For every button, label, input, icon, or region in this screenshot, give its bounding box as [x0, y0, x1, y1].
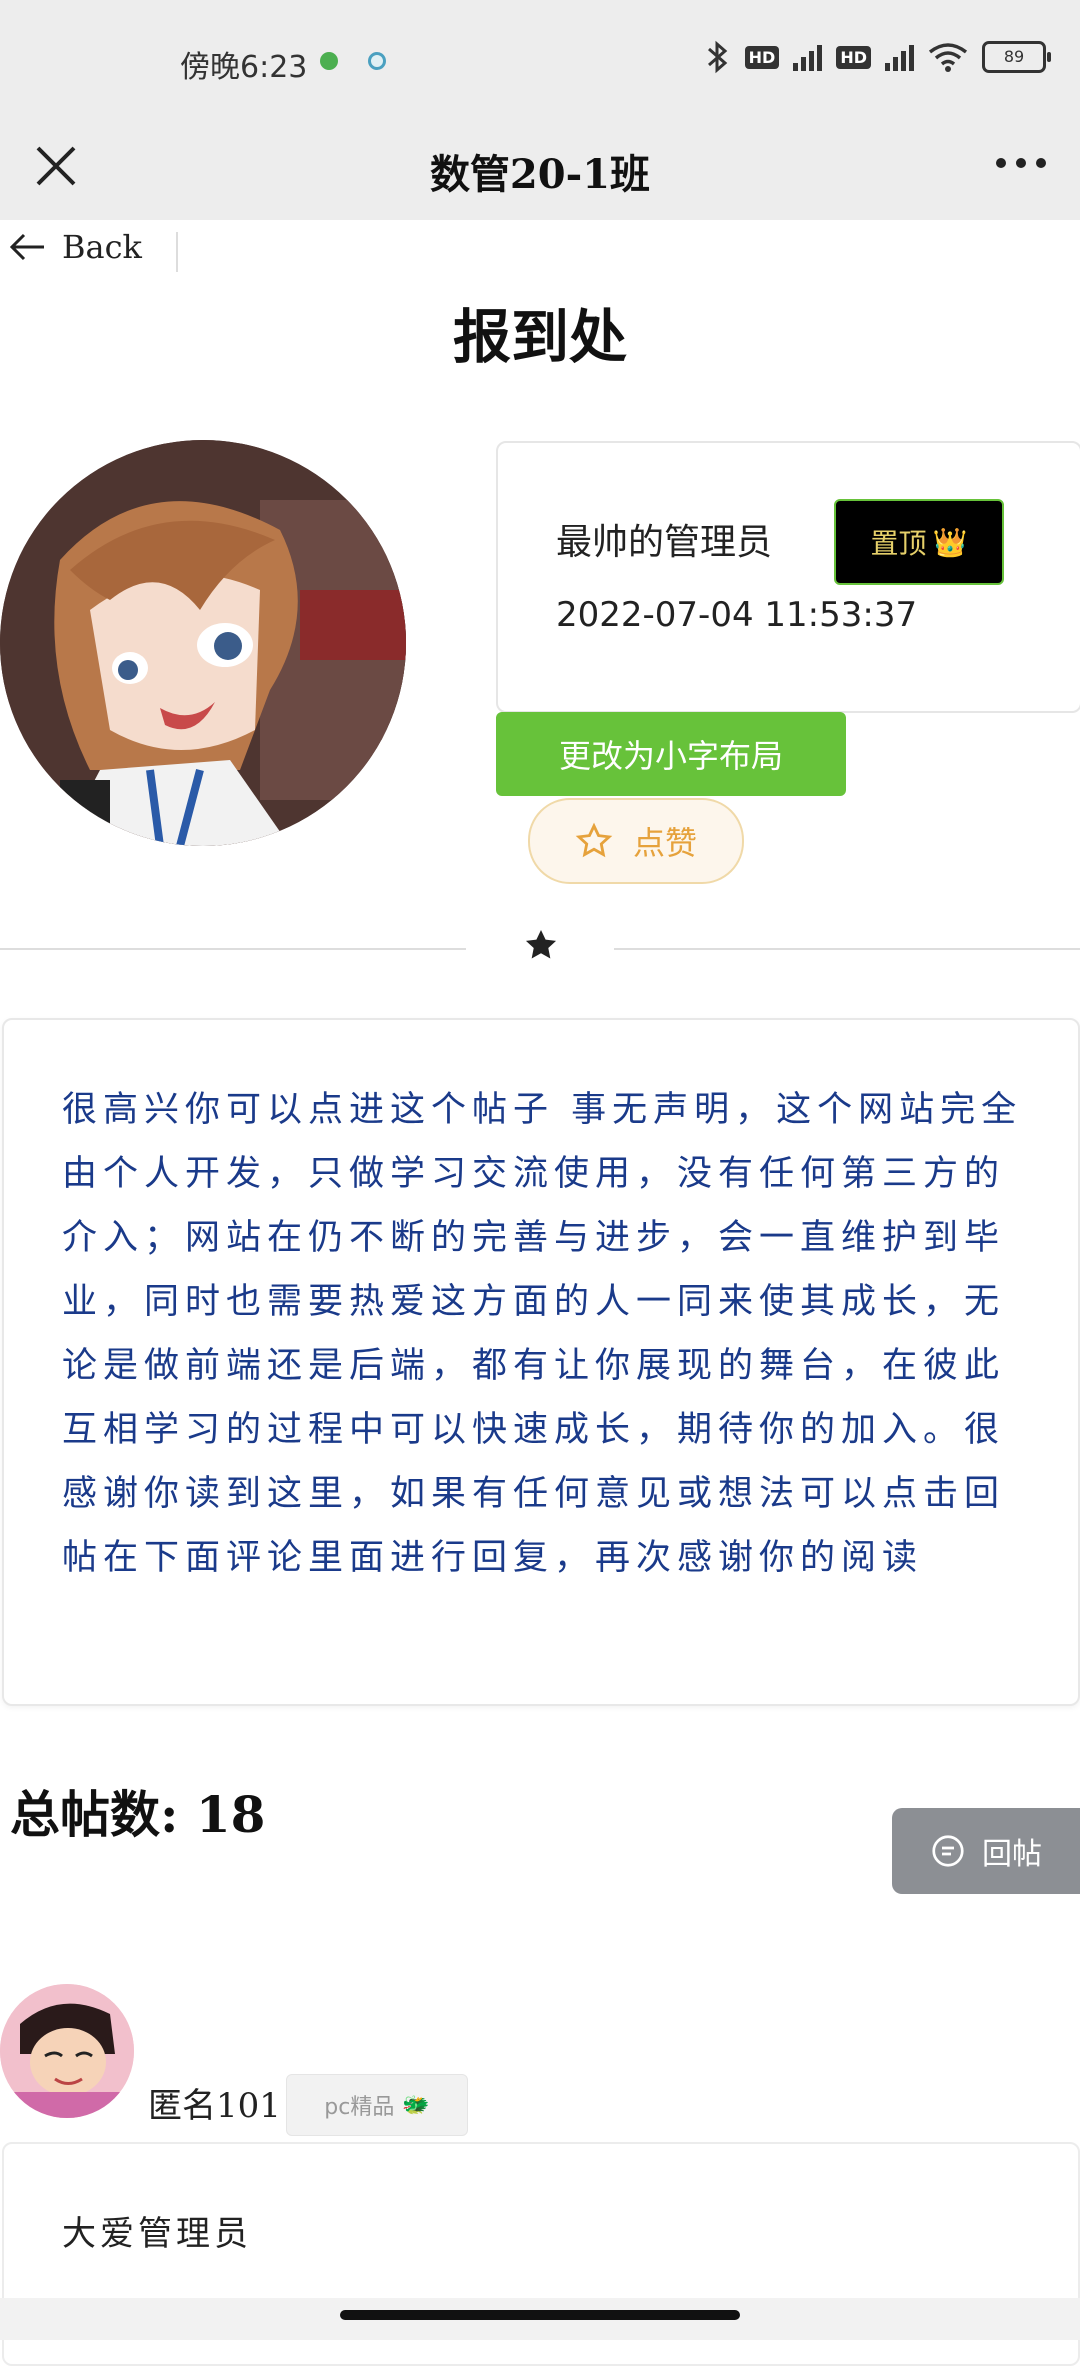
- reply-tag-badge: pc精品 🐲: [286, 2074, 468, 2136]
- author-name: 最帅的管理员: [556, 522, 773, 563]
- navbar-title: 数管20-1班: [429, 151, 651, 198]
- back-divider: [176, 232, 178, 272]
- star-outline-icon: [575, 822, 613, 858]
- divider-right: [614, 948, 1080, 950]
- more-options-icon[interactable]: [996, 158, 1046, 168]
- notification-dot-icon: [320, 52, 338, 70]
- hd-badge: HD: [744, 45, 780, 69]
- like-label: 点赞: [632, 824, 697, 862]
- signal-icon-2: [885, 43, 914, 71]
- arrow-left-icon: [9, 233, 44, 261]
- back-label: Back: [62, 228, 142, 266]
- notification-app-icon: [368, 52, 386, 70]
- star-icon: [525, 929, 557, 959]
- post-content: 很高兴你可以点进这个帖子 事无声明，这个网站完全由个人开发，只做学习交流使用，没…: [62, 1090, 1023, 1578]
- reply-button[interactable]: 回帖: [892, 1808, 1080, 1894]
- back-button[interactable]: Back: [8, 228, 142, 266]
- total-posts-count: 总帖数: 18: [10, 1785, 266, 1844]
- home-indicator-bar: [0, 2298, 1080, 2340]
- pinned-badge: 置顶 👑: [834, 499, 1004, 585]
- post-timestamp: 2022-07-04 11:53:37: [556, 595, 918, 635]
- reply-label: 回帖: [982, 1837, 1042, 1872]
- like-button[interactable]: 点赞: [528, 798, 744, 884]
- app-navbar: 数管20-1班: [0, 120, 1080, 220]
- reply-text: 大爱管理员: [62, 2214, 252, 2254]
- post-content-box: 很高兴你可以点进这个帖子 事无声明，这个网站完全由个人开发，只做学习交流使用，没…: [2, 1018, 1080, 1706]
- divider-left: [0, 948, 466, 950]
- author-card: 最帅的管理员 置顶 👑 2022-07-04 11:53:37: [496, 441, 1080, 713]
- page-title: 报到处: [452, 303, 627, 371]
- pinned-label: 置顶: [870, 527, 927, 560]
- wifi-icon: [928, 43, 968, 72]
- reply-author-name: 匿名101: [148, 2086, 281, 2126]
- change-layout-button[interactable]: 更改为小字布局: [496, 712, 846, 796]
- reply-avatar[interactable]: [0, 1984, 134, 2118]
- hd-badge-2: HD: [836, 45, 871, 69]
- status-icons: HD HD 89: [703, 40, 1051, 74]
- author-avatar[interactable]: [0, 440, 406, 846]
- signal-icon: [793, 43, 823, 71]
- bluetooth-icon: [707, 40, 727, 74]
- reply-tag-label: pc精品: [324, 2095, 395, 2120]
- dragon-icon: 🐲: [402, 2092, 430, 2118]
- comment-icon: [932, 1835, 964, 1867]
- anime-girl-avatar-image: [0, 440, 406, 846]
- status-time: 傍晚6:23: [180, 50, 308, 85]
- battery-icon: 89: [982, 41, 1051, 73]
- status-bar: 傍晚6:23 HD HD 89: [0, 0, 1080, 120]
- anime-character-avatar-image: [0, 1984, 134, 2118]
- crown-icon: 👑: [932, 525, 968, 559]
